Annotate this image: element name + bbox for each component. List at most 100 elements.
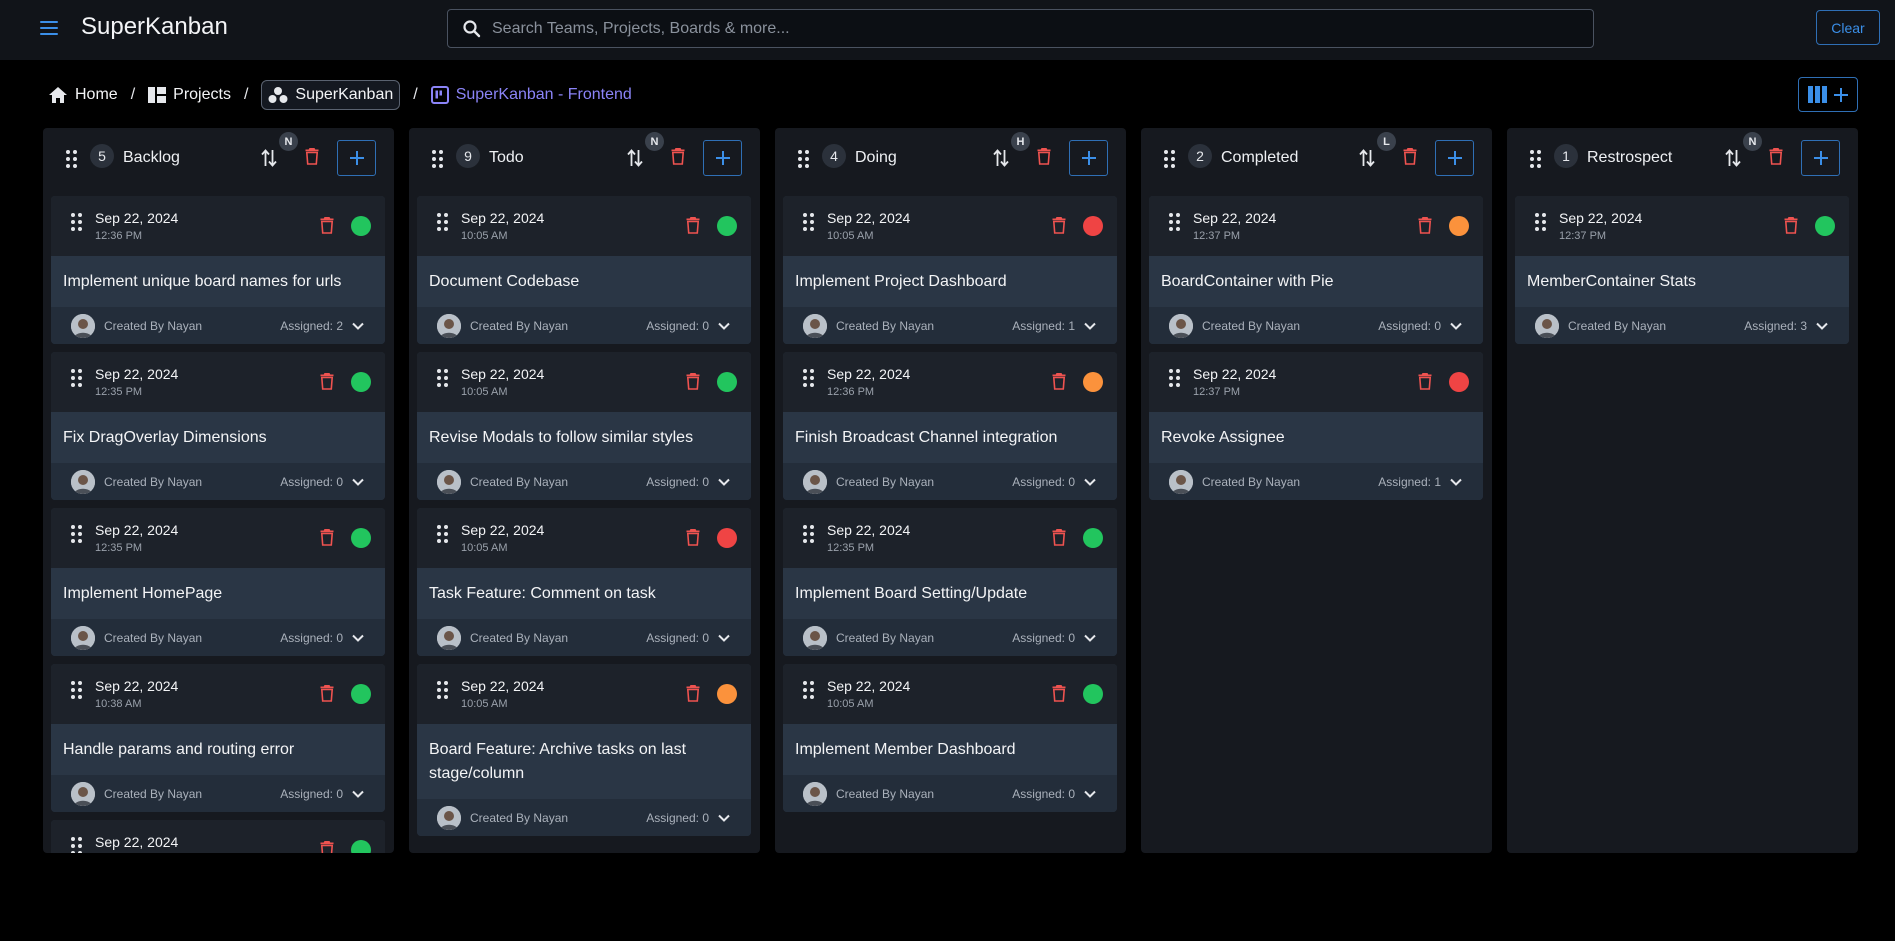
task-title[interactable]: Fix DragOverlay Dimensions — [63, 426, 363, 450]
drag-handle-icon[interactable] — [437, 213, 449, 231]
clear-button[interactable]: Clear — [1816, 10, 1880, 45]
chevron-down-icon[interactable] — [351, 787, 365, 801]
drag-handle-icon[interactable] — [803, 369, 815, 387]
delete-task-icon[interactable] — [686, 684, 700, 702]
drag-handle-icon[interactable] — [437, 681, 449, 699]
task-card[interactable]: Sep 22, 2024 — [51, 820, 385, 853]
chevron-down-icon[interactable] — [351, 631, 365, 645]
task-card[interactable]: Sep 22, 2024 12:36 PM Implement unique b… — [51, 196, 385, 344]
task-title[interactable]: Board Feature: Archive tasks on last sta… — [429, 738, 729, 786]
task-card[interactable]: Sep 22, 2024 10:05 AM Revise Modals to f… — [417, 352, 751, 500]
drag-handle-icon[interactable] — [71, 213, 83, 231]
task-title[interactable]: Finish Broadcast Channel integration — [795, 426, 1095, 450]
delete-column-icon[interactable] — [1769, 147, 1783, 165]
chevron-down-icon[interactable] — [1083, 787, 1097, 801]
task-card[interactable]: Sep 22, 2024 12:35 PM Implement Board Se… — [783, 508, 1117, 656]
drag-handle-icon[interactable] — [1169, 369, 1181, 387]
search-input[interactable] — [492, 10, 1572, 47]
column-title[interactable]: Restrospect — [1587, 149, 1672, 167]
task-title[interactable]: Revoke Assignee — [1161, 426, 1461, 450]
chevron-down-icon[interactable] — [351, 475, 365, 489]
delete-task-icon[interactable] — [320, 840, 334, 853]
task-title[interactable]: Implement HomePage — [63, 582, 363, 606]
delete-task-icon[interactable] — [320, 528, 334, 546]
task-card[interactable]: Sep 22, 2024 10:38 AM Handle params and … — [51, 664, 385, 812]
drag-handle-icon[interactable] — [437, 369, 449, 387]
task-title[interactable]: Revise Modals to follow similar styles — [429, 426, 729, 450]
search-box[interactable] — [447, 9, 1594, 48]
add-column-button[interactable] — [1798, 77, 1858, 112]
task-title[interactable]: Implement unique board names for urls — [63, 270, 363, 294]
task-title[interactable]: Document Codebase — [429, 270, 729, 294]
add-task-button[interactable] — [1435, 140, 1474, 176]
sort-icon[interactable] — [1359, 148, 1375, 168]
task-title[interactable]: Handle params and routing error — [63, 738, 363, 762]
delete-task-icon[interactable] — [686, 528, 700, 546]
drag-handle-icon[interactable] — [803, 213, 815, 231]
column-title[interactable]: Doing — [855, 149, 897, 167]
task-title[interactable]: Implement Project Dashboard — [795, 270, 1095, 294]
drag-handle-icon[interactable] — [437, 525, 449, 543]
delete-column-icon[interactable] — [1037, 147, 1051, 165]
chevron-down-icon[interactable] — [717, 319, 731, 333]
column-title[interactable]: Completed — [1221, 149, 1298, 167]
drag-handle-icon[interactable] — [1530, 150, 1542, 168]
add-task-button[interactable] — [1069, 140, 1108, 176]
menu-icon[interactable] — [38, 19, 62, 39]
delete-task-icon[interactable] — [1052, 216, 1066, 234]
delete-task-icon[interactable] — [320, 216, 334, 234]
chevron-down-icon[interactable] — [717, 631, 731, 645]
chevron-down-icon[interactable] — [717, 475, 731, 489]
delete-task-icon[interactable] — [686, 216, 700, 234]
sort-icon[interactable] — [1725, 148, 1741, 168]
delete-task-icon[interactable] — [1418, 372, 1432, 390]
chevron-down-icon[interactable] — [717, 811, 731, 825]
column-title[interactable]: Todo — [489, 149, 524, 167]
task-card[interactable]: Sep 22, 2024 10:05 AM Task Feature: Comm… — [417, 508, 751, 656]
chevron-down-icon[interactable] — [351, 319, 365, 333]
drag-handle-icon[interactable] — [803, 525, 815, 543]
delete-column-icon[interactable] — [1403, 147, 1417, 165]
add-task-button[interactable] — [337, 140, 376, 176]
delete-column-icon[interactable] — [671, 147, 685, 165]
drag-handle-icon[interactable] — [432, 150, 444, 168]
breadcrumb-home[interactable]: Home — [48, 82, 118, 108]
drag-handle-icon[interactable] — [1535, 213, 1547, 231]
chevron-down-icon[interactable] — [1449, 319, 1463, 333]
chevron-down-icon[interactable] — [1083, 319, 1097, 333]
task-card[interactable]: Sep 22, 2024 12:36 PM Finish Broadcast C… — [783, 352, 1117, 500]
chevron-down-icon[interactable] — [1083, 631, 1097, 645]
drag-handle-icon[interactable] — [71, 681, 83, 699]
drag-handle-icon[interactable] — [66, 150, 78, 168]
task-title[interactable]: Implement Member Dashboard — [795, 738, 1095, 762]
task-card[interactable]: Sep 22, 2024 12:37 PM BoardContainer wit… — [1149, 196, 1483, 344]
delete-column-icon[interactable] — [305, 147, 319, 165]
breadcrumb-team[interactable]: SuperKanban — [261, 80, 401, 110]
delete-task-icon[interactable] — [1052, 372, 1066, 390]
delete-task-icon[interactable] — [686, 372, 700, 390]
drag-handle-icon[interactable] — [798, 150, 810, 168]
drag-handle-icon[interactable] — [71, 837, 83, 853]
breadcrumb-board[interactable]: SuperKanban - Frontend — [430, 82, 632, 108]
app-title[interactable]: SuperKanban — [81, 13, 228, 41]
delete-task-icon[interactable] — [320, 372, 334, 390]
chevron-down-icon[interactable] — [1449, 475, 1463, 489]
delete-task-icon[interactable] — [1052, 684, 1066, 702]
task-card[interactable]: Sep 22, 2024 12:37 PM MemberContainer St… — [1515, 196, 1849, 344]
task-card[interactable]: Sep 22, 2024 12:37 PM Revoke Assignee Cr… — [1149, 352, 1483, 500]
delete-task-icon[interactable] — [1052, 528, 1066, 546]
task-card[interactable]: Sep 22, 2024 10:05 AM Document Codebase … — [417, 196, 751, 344]
delete-task-icon[interactable] — [1418, 216, 1432, 234]
drag-handle-icon[interactable] — [1169, 213, 1181, 231]
task-card[interactable]: Sep 22, 2024 10:05 AM Board Feature: Arc… — [417, 664, 751, 836]
sort-icon[interactable] — [993, 148, 1009, 168]
sort-icon[interactable] — [627, 148, 643, 168]
sort-icon[interactable] — [261, 148, 277, 168]
task-title[interactable]: Task Feature: Comment on task — [429, 582, 729, 606]
add-task-button[interactable] — [1801, 140, 1840, 176]
column-title[interactable]: Backlog — [123, 149, 180, 167]
delete-task-icon[interactable] — [320, 684, 334, 702]
drag-handle-icon[interactable] — [71, 525, 83, 543]
delete-task-icon[interactable] — [1784, 216, 1798, 234]
chevron-down-icon[interactable] — [1815, 319, 1829, 333]
